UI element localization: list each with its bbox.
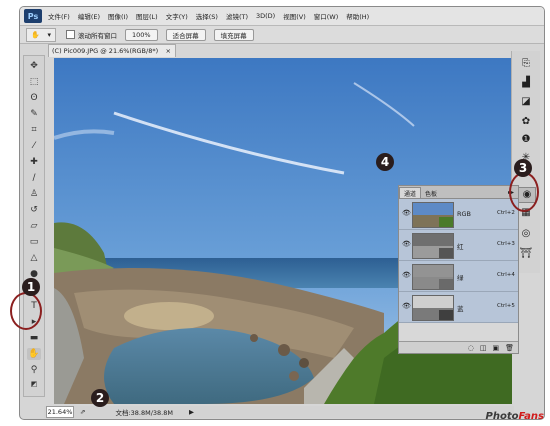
stamp-icon[interactable]: ♙	[27, 188, 41, 200]
save-selection-icon[interactable]: ◫	[480, 344, 487, 352]
step-badge-2: 2	[91, 389, 109, 407]
load-selection-icon[interactable]: ◌	[468, 344, 474, 352]
channel-name: 红	[457, 243, 464, 251]
menu-bar: Ps 文件(F) 编辑(E) 图像(I) 图层(L) 文字(Y) 选择(S) 滤…	[20, 7, 544, 26]
document-tab[interactable]: (C) Pic009.JPG @ 21.6%(RGB/8*) ×	[48, 44, 176, 57]
menu-layer[interactable]: 图层(L)	[136, 11, 158, 21]
channel-thumbnail	[412, 264, 454, 290]
watermark-accent: Fans	[518, 411, 544, 422]
channel-row-rgb[interactable]: 👁 RGB Ctrl+2	[399, 199, 518, 230]
histogram-icon[interactable]: ▟	[518, 76, 534, 90]
menu-view[interactable]: 视图(V)	[283, 11, 306, 21]
channel-thumbnail	[412, 202, 454, 228]
eye-icon[interactable]: 👁	[402, 302, 411, 310]
history-icon[interactable]: ⎘	[518, 57, 534, 71]
options-bar: ✋ ▾ 滚动所有窗口 100% 适合屏幕 填充屏幕	[20, 26, 544, 44]
document-tab-title: (C) Pic009.JPG @ 21.6%(RGB/8*)	[52, 47, 159, 55]
menu-image[interactable]: 图像(I)	[108, 11, 128, 21]
channel-shortcut: Ctrl+3	[497, 241, 515, 247]
trash-icon[interactable]: 🗑	[505, 344, 514, 352]
channels-panel-tabs: 通道 色板 ▸▸	[399, 186, 518, 199]
color-icon[interactable]: ✿	[518, 115, 534, 129]
ps-logo: Ps	[24, 9, 42, 23]
tools-panel: ✥ ⬚ ʘ ✎ ⌗ ⁄ ✚ ∕ ♙ ↺ ▱ ▭ △ ● ✒ T ▸ ▬ ✋ ⚲ …	[23, 55, 45, 397]
zoom-100-button[interactable]: 100%	[125, 28, 158, 41]
close-icon[interactable]: ×	[166, 47, 171, 55]
brush-icon[interactable]: ∕	[27, 172, 41, 184]
menu-select[interactable]: 选择(S)	[196, 11, 218, 21]
channel-name: 蓝	[457, 305, 464, 313]
crop-icon[interactable]: ⌗	[27, 124, 41, 136]
watermark-logo: PhotoFans	[486, 411, 544, 422]
fill-screen-button[interactable]: 填充屏幕	[213, 28, 254, 41]
color-swatch-icon[interactable]: ◩	[27, 378, 41, 390]
tool-preset-picker[interactable]: ✋ ▾	[26, 27, 56, 42]
channel-shortcut: Ctrl+5	[497, 303, 515, 309]
zoom-icon[interactable]: ⚲	[27, 364, 41, 376]
watermark-prefix: Photo	[485, 411, 519, 422]
channel-thumbnail	[412, 295, 454, 321]
photoshop-window: Ps 文件(F) 编辑(E) 图像(I) 图层(L) 文字(Y) 选择(S) 滤…	[19, 6, 545, 420]
hand-icon[interactable]: ✋	[27, 348, 41, 360]
menu-window[interactable]: 窗口(W)	[314, 11, 339, 21]
step-badge-1: 1	[22, 278, 40, 296]
step-badge-3: 3	[514, 159, 532, 177]
step-badge-4: 4	[376, 153, 394, 171]
menu-filter[interactable]: 滤镜(T)	[226, 11, 248, 21]
tab-swatches[interactable]: 色板	[421, 188, 441, 198]
fit-screen-button[interactable]: 适合屏幕	[165, 28, 206, 41]
blur-icon[interactable]: △	[27, 252, 41, 264]
navigator-icon[interactable]: ◪	[518, 95, 534, 109]
eye-icon[interactable]: 👁	[402, 271, 411, 279]
channel-thumbnail	[412, 233, 454, 259]
menu-3d[interactable]: 3D(D)	[256, 12, 275, 20]
hand-icon: ✋	[30, 30, 40, 39]
channel-shortcut: Ctrl+4	[497, 272, 515, 278]
channel-row-red[interactable]: 👁 红 Ctrl+3	[399, 230, 518, 261]
menu-type[interactable]: 文字(Y)	[166, 11, 188, 21]
channel-name: RGB	[457, 210, 472, 218]
zoom-level-field[interactable]: 21.64%	[46, 406, 74, 418]
move-icon[interactable]: ✥	[27, 60, 41, 72]
chevron-down-icon: ▾	[47, 30, 52, 39]
menu-edit[interactable]: 编辑(E)	[78, 11, 100, 21]
new-channel-icon[interactable]: ▣	[492, 344, 499, 352]
highlight-ring-channels	[509, 172, 539, 212]
status-bar: 21.64% ⇗ 文档:38.8M/38.8M ▶	[44, 406, 514, 418]
paths-icon[interactable]: ⛩	[518, 247, 534, 261]
eraser-icon[interactable]: ▱	[27, 220, 41, 232]
gradient-icon[interactable]: ▭	[27, 236, 41, 248]
menu-help[interactable]: 帮助(H)	[346, 11, 369, 21]
quick-select-icon[interactable]: ✎	[27, 108, 41, 120]
share-icon[interactable]: ⇗	[80, 408, 85, 416]
info-icon[interactable]: ❶	[518, 133, 534, 147]
channels-panel: 通道 色板 ▸▸ 👁 RGB Ctrl+2 👁 红 Ctrl+3 👁 绿 Ctr…	[398, 185, 519, 354]
shape-icon[interactable]: ▬	[27, 332, 41, 344]
channel-row-green[interactable]: 👁 绿 Ctrl+4	[399, 261, 518, 292]
menu-file[interactable]: 文件(F)	[48, 11, 70, 21]
lasso-icon[interactable]: ʘ	[27, 92, 41, 104]
eyedropper-icon[interactable]: ⁄	[27, 140, 41, 152]
styles-icon[interactable]: ◎	[518, 227, 534, 241]
channel-shortcut: Ctrl+2	[497, 210, 515, 216]
tab-channels[interactable]: 通道	[399, 187, 422, 198]
channel-row-blue[interactable]: 👁 蓝 Ctrl+5	[399, 292, 518, 323]
channels-panel-footer: ◌ ◫ ▣ 🗑	[399, 341, 518, 353]
eye-icon[interactable]: 👁	[402, 240, 411, 248]
eye-icon[interactable]: 👁	[402, 209, 411, 217]
healing-icon[interactable]: ✚	[27, 156, 41, 168]
channel-name: 绿	[457, 274, 464, 282]
marquee-icon[interactable]: ⬚	[27, 76, 41, 88]
scroll-all-windows-label: 滚动所有窗口	[78, 31, 117, 40]
status-menu-arrow[interactable]: ▶	[189, 408, 194, 416]
history-brush-icon[interactable]: ↺	[27, 204, 41, 216]
document-info: 文档:38.8M/38.8M	[115, 409, 173, 417]
scroll-all-windows-checkbox[interactable]	[66, 30, 75, 39]
highlight-ring-hand-tool	[10, 292, 42, 330]
